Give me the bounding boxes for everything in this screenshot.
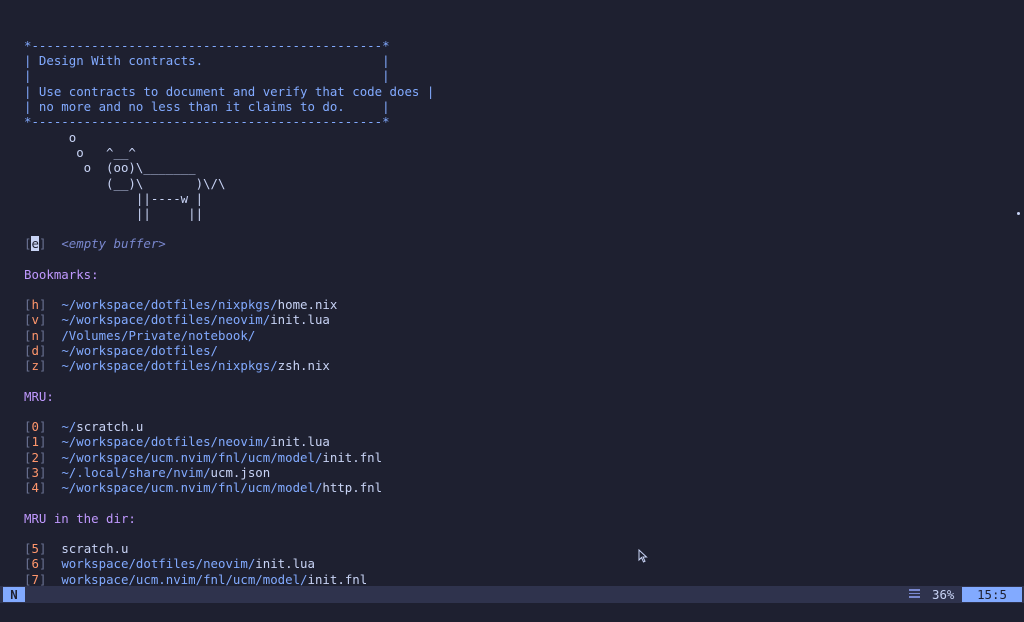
- file-entry[interactable]: [d] ~/workspace/dotfiles/: [24, 343, 218, 358]
- file-entry[interactable]: [v] ~/workspace/dotfiles/neovim/init.lua: [24, 312, 330, 327]
- cowsay-box-top: *---------------------------------------…: [24, 38, 390, 53]
- entry-dir: ~/workspace/dotfiles/: [61, 342, 218, 358]
- entry-dir: ~/workspace/dotfiles/neovim/: [61, 312, 271, 328]
- cowsay-box-line: | Use contracts to document and verify t…: [24, 84, 435, 99]
- file-entry[interactable]: [0] ~/scratch.u: [24, 419, 143, 434]
- entry-file: init.lua: [270, 434, 330, 450]
- entry-dir: ~/workspace/dotfiles/neovim/: [61, 434, 271, 450]
- file-entry[interactable]: [2] ~/workspace/ucm.nvim/fnl/ucm/model/i…: [24, 450, 382, 465]
- cowsay-box-line: | no more and no less than it claims to …: [24, 99, 390, 114]
- entry-file: scratch.u: [61, 541, 129, 556]
- mode-indicator: N: [3, 587, 25, 602]
- mru-heading: MRU:: [24, 389, 54, 404]
- entry-key: z: [31, 358, 39, 374]
- entry-dir: ~/workspace/dotfiles/nixpkgs/: [61, 297, 278, 312]
- empty-buffer-label: <empty buffer>: [61, 236, 166, 251]
- empty-buffer-entry[interactable]: [e] <empty buffer>: [24, 236, 166, 251]
- cowsay-cow-line: o: [24, 130, 77, 145]
- scroll-percent: 36%: [932, 587, 955, 602]
- entry-file: scratch.u: [76, 419, 144, 434]
- cowsay-box-line: | Design With contracts. |: [24, 53, 390, 68]
- entry-dir: workspace/ucm.nvim/fnl/ucm/model/: [61, 571, 308, 587]
- bookmarks-heading: Bookmarks:: [24, 267, 99, 282]
- cowsay-box-bottom: *---------------------------------------…: [24, 114, 390, 129]
- entry-key: n: [31, 327, 39, 343]
- entry-key: h: [31, 297, 39, 312]
- scroll-indicator-dot: [1017, 212, 1020, 215]
- entry-dir: workspace/dotfiles/neovim/: [61, 556, 256, 572]
- file-entry[interactable]: [3] ~/.local/share/nvim/ucm.json: [24, 465, 270, 480]
- entry-key: 4: [31, 480, 39, 496]
- cowsay-cow-line: ||----w |: [24, 191, 204, 206]
- entry-file: init.fnl: [322, 449, 383, 465]
- file-entry[interactable]: [4] ~/workspace/ucm.nvim/fnl/ucm/model/h…: [24, 480, 382, 495]
- entry-key: 6: [31, 556, 39, 572]
- entry-file: zsh.nix: [277, 358, 330, 374]
- entry-key: 2: [31, 449, 39, 465]
- entry-file: init.lua: [255, 556, 315, 572]
- lines-icon: [909, 589, 920, 600]
- statusline: N 36% 15:5: [0, 586, 1024, 603]
- file-entry[interactable]: [5] scratch.u: [24, 541, 128, 556]
- entry-dir: ~/: [61, 419, 77, 434]
- cursor-position: 15:5: [962, 587, 1022, 602]
- file-entry[interactable]: [1] ~/workspace/dotfiles/neovim/init.lua: [24, 434, 330, 449]
- cowsay-cow-line: o (oo)\_______: [24, 160, 196, 175]
- entry-key: 0: [31, 419, 39, 434]
- entry-file: home.nix: [277, 297, 338, 312]
- cowsay-cow-line: o ^__^: [24, 145, 136, 160]
- entry-file: ucm.json: [210, 464, 271, 480]
- cursor: e: [31, 236, 39, 251]
- entry-dir: /Volumes/Private/notebook/: [61, 327, 256, 343]
- entry-key: 1: [31, 434, 39, 450]
- file-entry[interactable]: [6] workspace/dotfiles/neovim/init.lua: [24, 556, 315, 571]
- entry-dir: ~/workspace/ucm.nvim/fnl/ucm/model/: [61, 480, 323, 496]
- startify-buffer: *---------------------------------------…: [0, 0, 1024, 587]
- entry-file: http.fnl: [322, 480, 383, 496]
- entry-dir: ~/workspace/dotfiles/nixpkgs/: [61, 358, 278, 374]
- entry-key: v: [31, 312, 39, 328]
- cowsay-cow-line: || ||: [24, 206, 204, 221]
- file-entry[interactable]: [h] ~/workspace/dotfiles/nixpkgs/home.ni…: [24, 297, 337, 312]
- mru-dir-heading: MRU in the dir:: [24, 511, 136, 526]
- file-entry[interactable]: [n] /Volumes/Private/notebook/: [24, 328, 255, 343]
- file-entry[interactable]: [z] ~/workspace/dotfiles/nixpkgs/zsh.nix: [24, 358, 330, 373]
- file-entry[interactable]: [7] workspace/ucm.nvim/fnl/ucm/model/ini…: [24, 572, 367, 587]
- cowsay-box-line: | |: [24, 68, 390, 83]
- entry-key: 3: [31, 464, 39, 480]
- entry-key: d: [31, 342, 39, 358]
- entry-key: 7: [31, 571, 39, 587]
- entry-file: init.lua: [270, 312, 330, 328]
- entry-key: 5: [31, 541, 39, 556]
- entry-file: init.fnl: [307, 571, 368, 587]
- mouse-pointer-icon: [638, 549, 648, 563]
- entry-dir: ~/.local/share/nvim/: [61, 464, 211, 480]
- cowsay-cow-line: (__)\ )\/\: [24, 176, 226, 191]
- entry-dir: ~/workspace/ucm.nvim/fnl/ucm/model/: [61, 449, 323, 465]
